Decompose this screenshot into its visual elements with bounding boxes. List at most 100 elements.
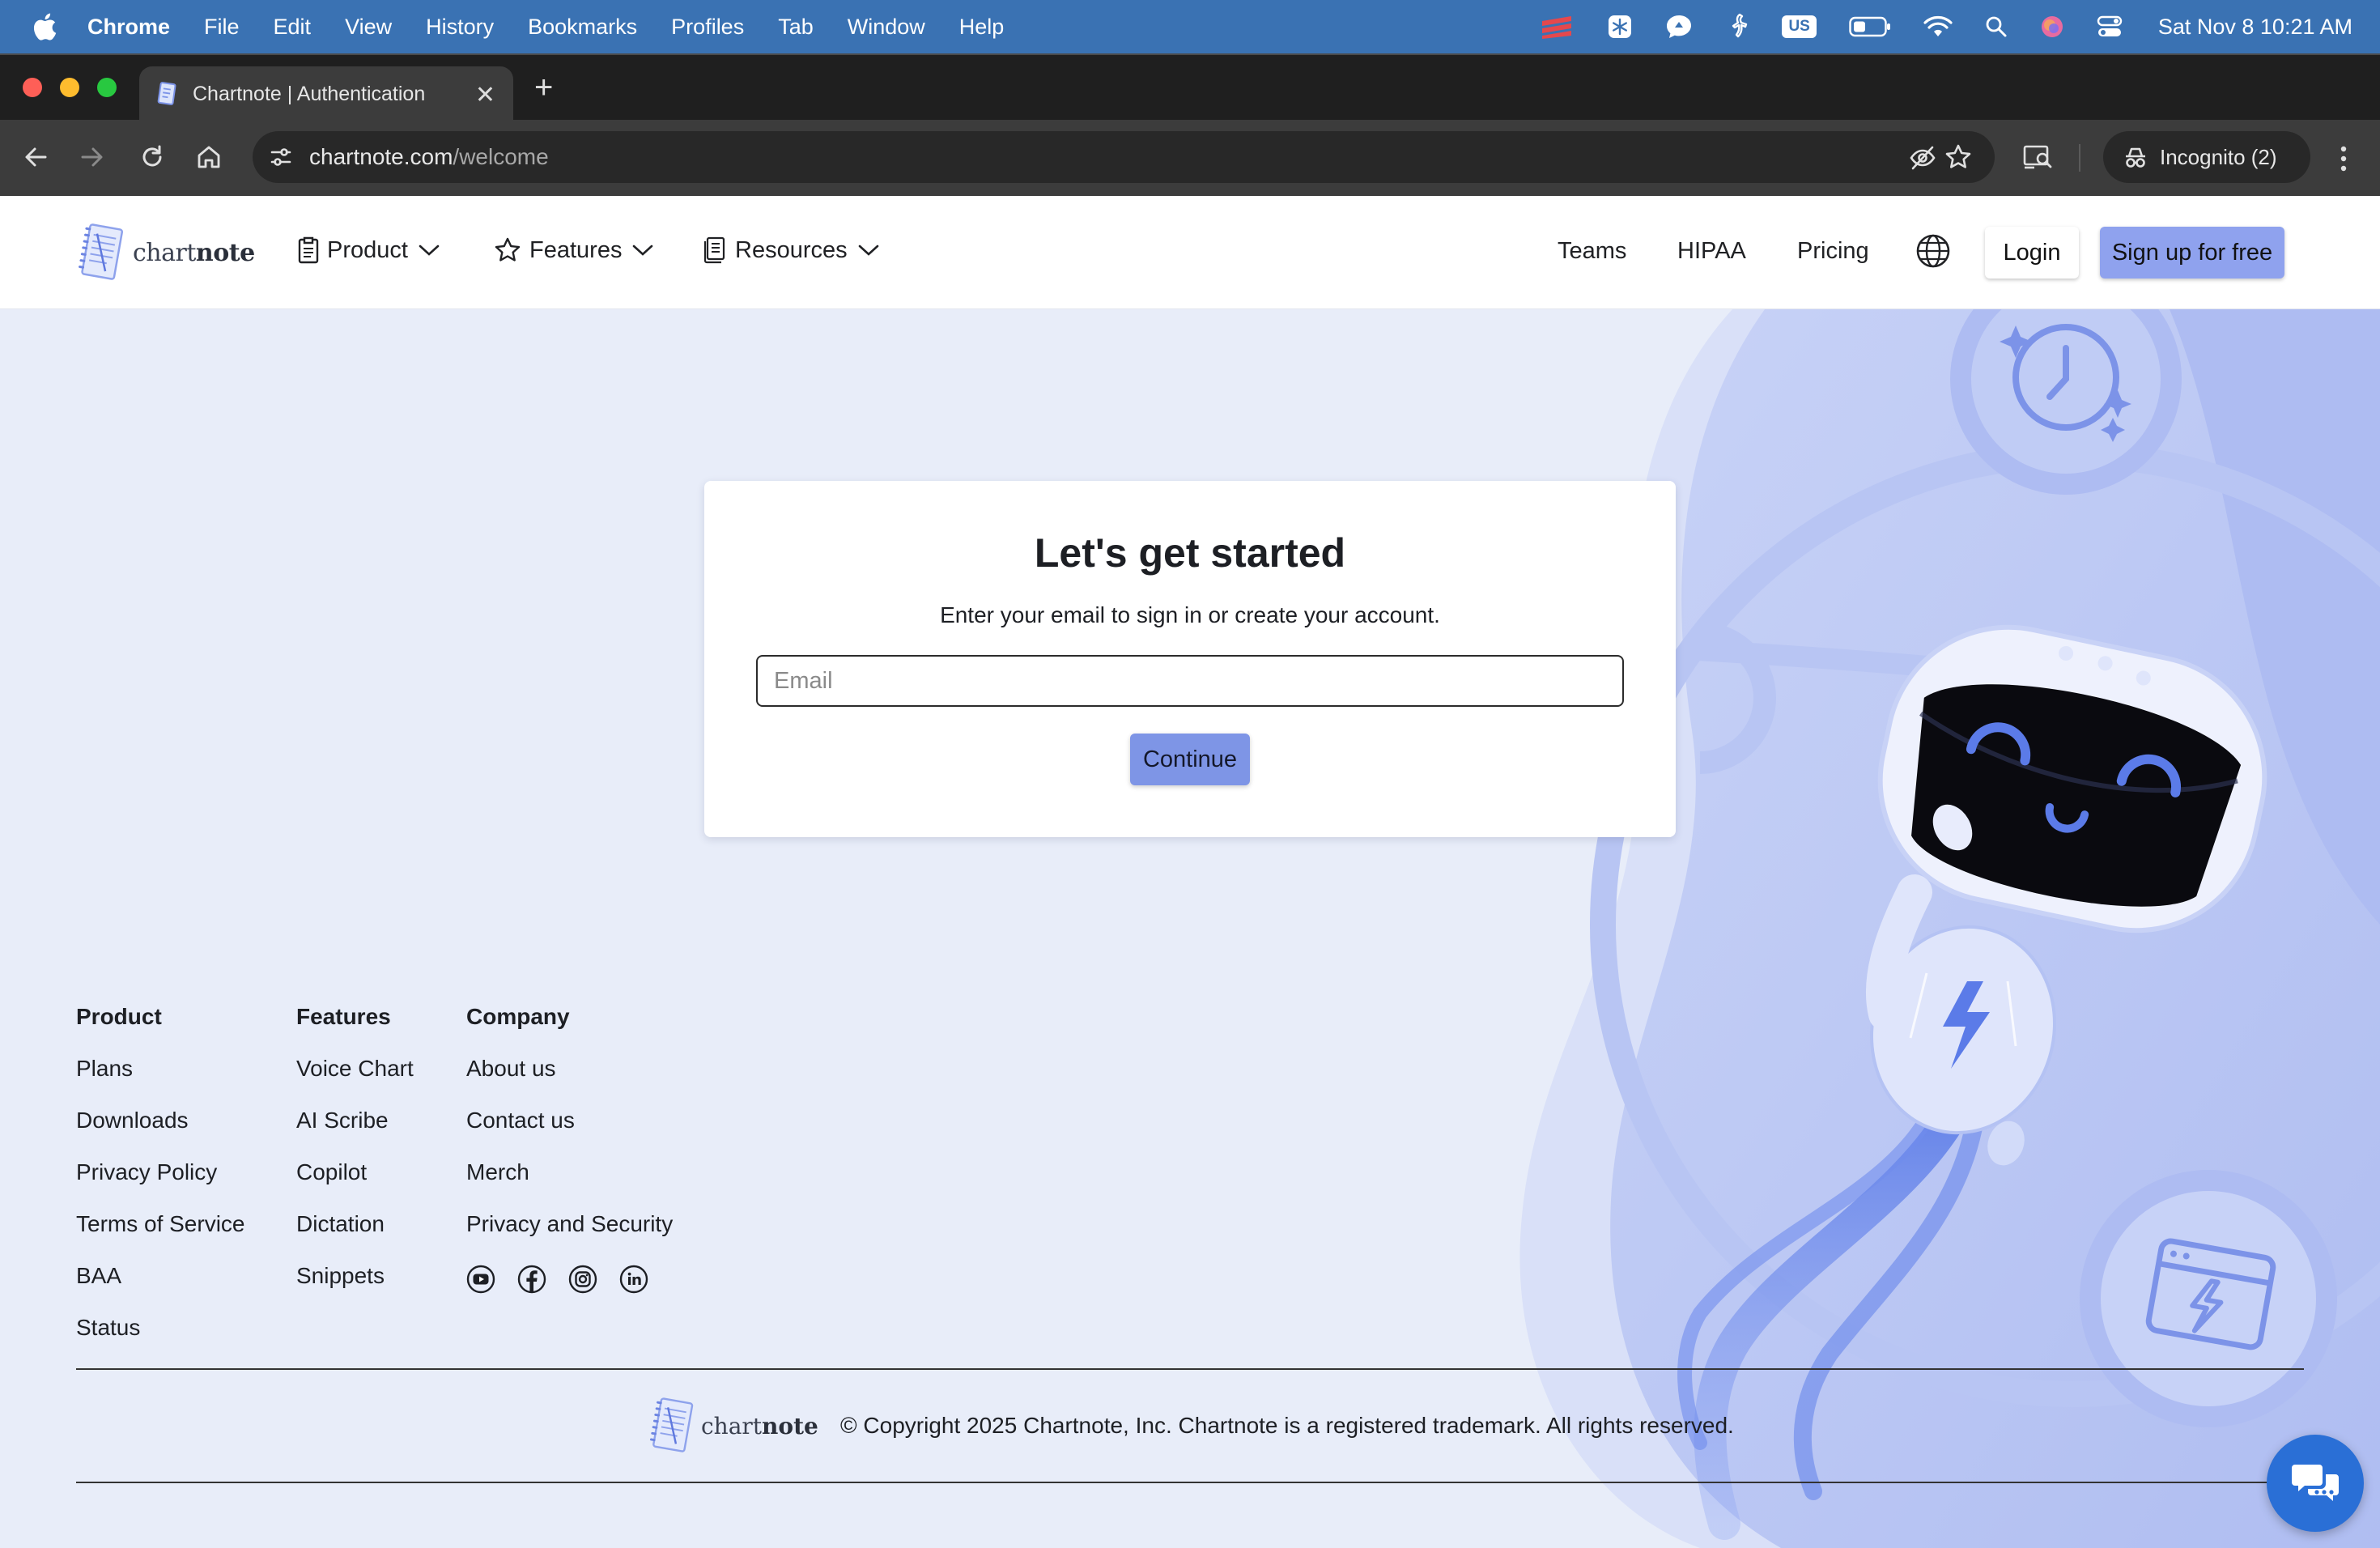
footer-link-downloads[interactable]: Downloads [76, 1108, 245, 1159]
window-minimize-button[interactable] [60, 78, 79, 97]
browser-menu-icon[interactable] [2331, 142, 2356, 175]
footer-link-contact-us[interactable]: Contact us [466, 1108, 673, 1159]
footer-link-privacy-and-security[interactable]: Privacy and Security [466, 1211, 673, 1263]
menu-bookmarks[interactable]: Bookmarks [528, 15, 637, 40]
language-globe-icon[interactable] [1915, 233, 1951, 269]
new-tab-icon[interactable]: + [534, 70, 553, 106]
footer-link-baa[interactable]: BAA [76, 1263, 245, 1315]
footer-link-snippets[interactable]: Snippets [296, 1263, 414, 1315]
apple-logo-icon[interactable] [32, 13, 57, 40]
chevron-down-icon [633, 245, 653, 256]
incognito-icon [2126, 147, 2145, 168]
facebook-icon[interactable] [517, 1265, 546, 1294]
chartnote-logo[interactable]: chartnote [76, 222, 255, 283]
incognito-profile-button[interactable]: Incognito (2) [2103, 131, 2310, 183]
card-subtitle: Enter your email to sign in or create yo… [940, 602, 1440, 627]
window-zoom-button[interactable] [97, 78, 117, 97]
youtube-icon[interactable] [466, 1265, 495, 1294]
snowflake-app-icon[interactable] [1607, 14, 1633, 40]
instagram-icon[interactable] [568, 1265, 597, 1294]
footer-link-dictation[interactable]: Dictation [296, 1211, 414, 1263]
nav-pricing-link[interactable]: Pricing [1797, 238, 1869, 265]
footer-link-plans[interactable]: Plans [76, 1056, 245, 1108]
menu-window[interactable]: Window [848, 15, 925, 40]
forward-arrow-icon[interactable] [78, 142, 107, 172]
window-close-button[interactable] [23, 78, 42, 97]
tab-close-icon[interactable]: ✕ [475, 81, 495, 109]
chartnote-notebook-logo-icon [79, 223, 124, 280]
control-center-icon[interactable] [2097, 15, 2123, 39]
site-info-icon[interactable] [269, 145, 293, 169]
social-links [466, 1265, 670, 1294]
menubar-clock[interactable]: Sat Nov 8 10:21 AM [2158, 15, 2352, 40]
nav-hipaa-link[interactable]: HIPAA [1677, 238, 1746, 265]
cast-search-icon[interactable] [2022, 142, 2053, 172]
nav-teams-link[interactable]: Teams [1558, 238, 1626, 265]
footer-divider-top [76, 1368, 2304, 1370]
menu-app-name[interactable]: Chrome [87, 15, 170, 40]
chartnote-notebook-logo-icon [649, 1397, 694, 1452]
browser-tab-active[interactable]: Chartnote | Authentication ✕ [139, 66, 513, 121]
footer-link-ai-scribe[interactable]: AI Scribe [296, 1108, 414, 1159]
menu-view[interactable]: View [345, 15, 392, 40]
tab-title: Chartnote | Authentication [193, 82, 426, 105]
signup-button[interactable]: Sign up for free [2100, 227, 2284, 279]
nav-resources-label: Resources [735, 236, 848, 263]
wifi-icon[interactable] [1923, 15, 1953, 38]
footer-logo-text-bold: note [762, 1412, 818, 1440]
footer-column-product: Product Plans Downloads Privacy Policy T… [76, 1004, 245, 1367]
browser-toolbar: chartnote.com/welcome Incognito (2) [0, 120, 2380, 196]
linkedin-icon[interactable] [619, 1265, 648, 1294]
chat-bubble-app-icon[interactable] [1665, 14, 1693, 40]
email-input[interactable] [756, 655, 1624, 707]
copyright-text: © Copyright 2025 Chartnote, Inc. Chartno… [840, 1413, 1734, 1438]
continue-button[interactable]: Continue [1130, 734, 1250, 785]
menu-help[interactable]: Help [959, 15, 1005, 40]
spotlight-search-icon[interactable] [1985, 15, 2008, 38]
footer-link-terms-of-service[interactable]: Terms of Service [76, 1211, 245, 1263]
login-button[interactable]: Login [1985, 227, 2079, 279]
footer-column-company: Company About us Contact us Merch Privac… [466, 1004, 673, 1263]
site-header: chartnote Product Features Resources Tea… [0, 196, 2380, 309]
footer-chartnote-logo[interactable]: chartnote [648, 1396, 818, 1456]
footer-link-about-us[interactable]: About us [466, 1056, 673, 1108]
menu-file[interactable]: File [204, 15, 240, 40]
siri-icon[interactable] [2040, 15, 2064, 39]
chevron-down-icon [419, 245, 440, 256]
footer-link-voice-chart[interactable]: Voice Chart [296, 1056, 414, 1108]
chevron-down-icon [858, 245, 878, 256]
footer-link-copilot[interactable]: Copilot [296, 1159, 414, 1211]
nav-features-dropdown[interactable]: Features [494, 236, 654, 264]
nav-product-dropdown[interactable]: Product [298, 236, 440, 264]
menu-edit[interactable]: Edit [274, 15, 312, 40]
bookmark-star-icon[interactable] [1944, 143, 1972, 171]
clipboard-icon [298, 236, 319, 264]
footer-link-merch[interactable]: Merch [466, 1159, 673, 1211]
footer-divider-bottom [76, 1482, 2310, 1483]
back-arrow-icon[interactable] [21, 142, 50, 172]
chartnote-favicon-icon [157, 82, 176, 105]
footer-link-privacy-policy[interactable]: Privacy Policy [76, 1159, 245, 1211]
tracking-protection-eye-icon[interactable] [1909, 144, 1936, 172]
profile-label: Incognito (2) [2160, 144, 2277, 169]
home-icon[interactable] [194, 142, 223, 172]
star-outline-icon [495, 237, 521, 262]
footer-logo-text-plain: chart [701, 1412, 763, 1440]
auth-card: Let's get started Enter your email to si… [704, 481, 1676, 837]
stripes-app-icon[interactable] [1539, 15, 1575, 39]
menu-tab[interactable]: Tab [778, 15, 814, 40]
accessibility-app-icon[interactable] [1725, 13, 1749, 40]
nav-resources-dropdown[interactable]: Resources [703, 236, 880, 264]
menu-profiles[interactable]: Profiles [671, 15, 744, 40]
address-bar[interactable]: chartnote.com/welcome [253, 131, 1995, 183]
support-chat-button[interactable] [2267, 1435, 2364, 1532]
footer-link-status[interactable]: Status [76, 1315, 245, 1367]
reload-icon[interactable] [138, 142, 167, 172]
footer-column-title: Product [76, 1004, 162, 1029]
macos-menubar: Chrome File Edit View History Bookmarks … [0, 0, 2380, 53]
url-path: /welcome [453, 144, 549, 169]
input-source-badge[interactable]: US [1782, 15, 1817, 38]
chat-bubbles-icon [2292, 1465, 2339, 1501]
battery-icon[interactable] [1849, 16, 1891, 37]
menu-history[interactable]: History [426, 15, 494, 40]
